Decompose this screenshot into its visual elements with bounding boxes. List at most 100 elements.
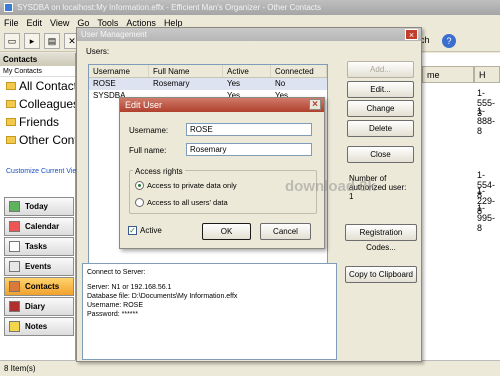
print-icon[interactable]: ▤	[44, 33, 60, 49]
folder-icon	[6, 136, 16, 144]
radio-label: Access to all users' data	[147, 198, 228, 207]
username-field[interactable]: ROSE	[186, 123, 312, 136]
contacts-icon	[9, 281, 20, 292]
status-bar: 8 Item(s)	[0, 360, 500, 375]
nav-today[interactable]: Today	[4, 197, 74, 216]
checkmark-icon: ✓	[128, 226, 137, 235]
column-header-fullname[interactable]: Full Name	[149, 65, 223, 77]
nav-label: Events	[25, 262, 52, 271]
sidebar-item-label: All Contacts	[19, 79, 75, 93]
nav-label: Tasks	[25, 242, 48, 251]
sidebar-item-all-contacts[interactable]: All Contacts	[0, 77, 75, 95]
diary-icon	[9, 301, 20, 312]
table-row[interactable]: ROSE Rosemary Yes No	[89, 78, 327, 90]
sidebar-item-friends[interactable]: Friends	[0, 113, 75, 131]
users-label: Users:	[86, 47, 110, 56]
close-icon[interactable]: ×	[405, 29, 418, 40]
contact-phone: 1-888-8	[477, 106, 496, 136]
nav-diary[interactable]: Diary	[4, 297, 74, 316]
radio-label: Access to private data only	[147, 181, 237, 190]
close-button[interactable]: Close	[347, 146, 414, 163]
sidebar-item-colleagues[interactable]: Colleagues	[0, 95, 75, 113]
checkbox-label: Active	[140, 226, 162, 235]
window-title: SYSDBA on localhost:My Information.effx …	[17, 3, 322, 12]
sidebar-subheader: My Contacts	[0, 66, 75, 77]
radio-all-data[interactable]: Access to all users' data	[135, 198, 228, 207]
folder-icon	[6, 82, 16, 90]
app-icon	[4, 3, 13, 12]
watermark-logo: download 3k	[285, 178, 376, 195]
registration-codes-button[interactable]: Registration Codes...	[345, 224, 417, 252]
edit-button[interactable]: Edit...	[347, 81, 414, 98]
folder-icon	[6, 118, 16, 126]
copy-to-clipboard-button[interactable]: Copy to Clipboard	[345, 266, 417, 283]
column-header-active[interactable]: Active	[223, 65, 271, 77]
events-icon	[9, 261, 20, 272]
title-bar: SYSDBA on localhost:My Information.effx …	[0, 0, 500, 15]
nav-contacts[interactable]: Contacts	[4, 277, 74, 296]
menu-edit[interactable]: Edit	[27, 18, 43, 28]
close-icon[interactable]: ×	[309, 99, 321, 110]
cell-connected: No	[275, 79, 286, 88]
sidebar-header: Contacts	[0, 53, 75, 66]
new-icon[interactable]: ▭	[4, 33, 20, 49]
active-checkbox[interactable]: ✓ Active	[128, 226, 162, 235]
notes-icon	[9, 321, 20, 332]
sidebar-item-label: Colleagues	[19, 97, 75, 111]
column-header-username[interactable]: Username	[89, 65, 149, 77]
menu-go[interactable]: Go	[77, 18, 89, 28]
delete-button[interactable]: Delete	[347, 120, 414, 137]
calendar-icon	[9, 221, 20, 232]
menu-file[interactable]: File	[4, 18, 19, 28]
column-header-name[interactable]: me	[422, 66, 474, 83]
open-icon[interactable]: ▸	[24, 33, 40, 49]
cell-active: Yes	[227, 79, 241, 88]
connection-info: Connect to Server: Server: N1 or 192.168…	[82, 263, 337, 360]
column-header-home[interactable]: H	[474, 66, 500, 83]
column-header-connected[interactable]: Connected	[271, 65, 327, 77]
menu-actions[interactable]: Actions	[126, 18, 156, 28]
customize-view-link[interactable]: Customize Current View...	[6, 168, 87, 175]
contact-phone: 1-995-8	[477, 203, 496, 233]
nav-calendar[interactable]: Calendar	[4, 217, 74, 236]
cell-fullname: Rosemary	[153, 79, 190, 88]
sidebar-item-other-contacts[interactable]: Other Contacts	[0, 131, 75, 149]
radio-icon	[135, 198, 144, 207]
cell-username: ROSE	[93, 79, 116, 88]
add-button[interactable]: Add...	[347, 61, 414, 78]
tasks-icon	[9, 241, 20, 252]
nav-label: Notes	[25, 322, 48, 331]
sidebar-item-label: Other Contacts	[19, 133, 75, 147]
connection-line: Server: N1 or 192.168.56.1	[87, 284, 172, 291]
menu-tools[interactable]: Tools	[97, 18, 118, 28]
radio-private-data[interactable]: Access to private data only	[135, 181, 237, 190]
cancel-button[interactable]: Cancel	[260, 223, 311, 240]
today-icon	[9, 201, 20, 212]
help-icon[interactable]: ?	[442, 34, 456, 48]
fullname-field[interactable]: Rosemary	[186, 143, 312, 156]
folder-icon	[6, 100, 16, 108]
connection-line: Username: ROSE	[87, 302, 144, 309]
dialog-titlebar: Edit User ×	[120, 98, 324, 112]
access-rights-label: Access rights	[133, 167, 185, 176]
nav-label: Calendar	[25, 222, 60, 231]
dialog-title: User Management	[81, 30, 147, 39]
connection-line: Password: ******	[87, 311, 138, 318]
nav-events[interactable]: Events	[4, 257, 74, 276]
change-password-button[interactable]: Change Password...	[347, 100, 414, 128]
connection-line: Connect to Server:	[87, 269, 146, 276]
nav-label: Today	[25, 202, 48, 211]
dialog-title: Edit User	[125, 100, 163, 110]
menu-help[interactable]: Help	[164, 18, 183, 28]
sidebar-item-label: Friends	[19, 115, 60, 129]
nav-notes[interactable]: Notes	[4, 317, 74, 336]
fullname-label: Full name:	[129, 146, 167, 155]
dialog-titlebar: User Management ×	[77, 28, 421, 41]
connection-line: Database file: D:\Documents\My Informati…	[87, 293, 238, 300]
username-label: Username:	[129, 126, 169, 135]
ok-button[interactable]: OK	[202, 223, 251, 240]
menu-view[interactable]: View	[50, 18, 69, 28]
edit-user-dialog: Edit User × Username: ROSE Full name: Ro…	[119, 97, 325, 249]
nav-tasks[interactable]: Tasks	[4, 237, 74, 256]
nav-label: Contacts	[25, 282, 60, 291]
